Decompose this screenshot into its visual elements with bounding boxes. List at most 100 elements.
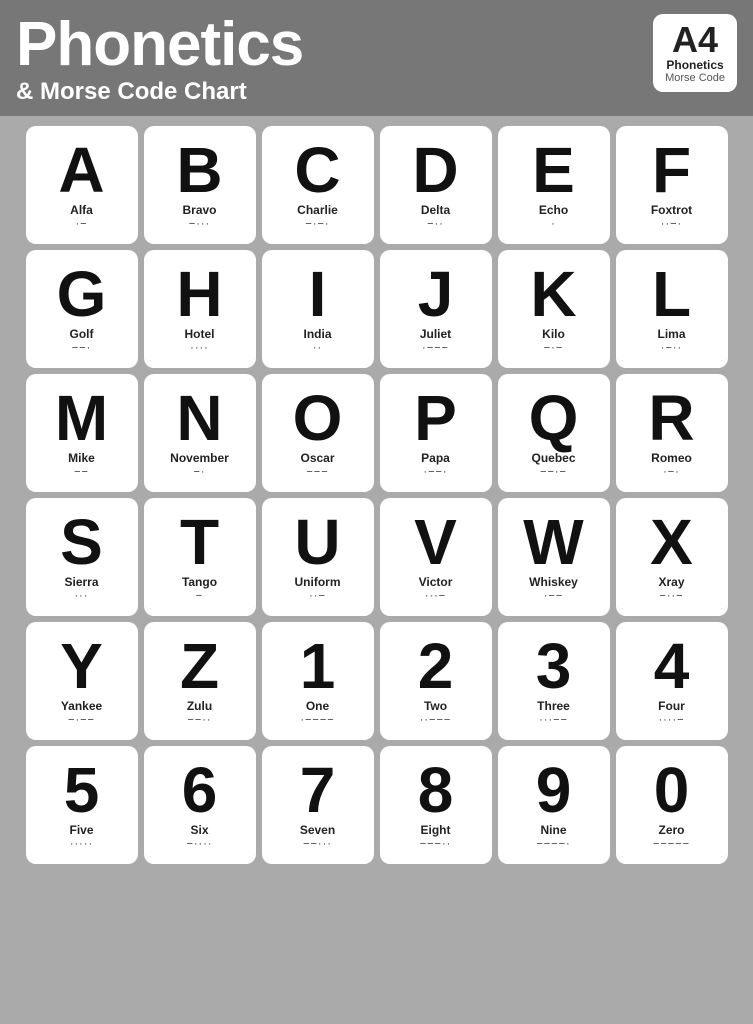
cell-word-N: November [170, 451, 229, 465]
cell-word-L: Lima [657, 327, 685, 341]
cell-letter-W: W [523, 510, 583, 574]
cell-word-Z: Zulu [187, 699, 212, 713]
cell-L: LLima·−·· [616, 250, 728, 368]
cell-letter-Q: Q [529, 386, 579, 450]
cell-letter-7: 7 [300, 758, 336, 822]
cell-morse-1: ·−−−− [300, 714, 334, 726]
cell-morse-0: −−−−− [653, 838, 690, 850]
cell-letter-R: R [648, 386, 694, 450]
cell-W: WWhiskey·−− [498, 498, 610, 616]
cell-A: AAlfa·− [26, 126, 138, 244]
cell-word-A: Alfa [70, 203, 93, 217]
cell-word-T: Tango [182, 575, 217, 589]
cell-letter-1: 1 [300, 634, 336, 698]
cell-letter-P: P [414, 386, 457, 450]
cell-P: PPapa·−−· [380, 374, 492, 492]
cell-0: 0Zero−−−−− [616, 746, 728, 864]
cell-word-1: One [306, 699, 329, 713]
cell-word-V: Victor [419, 575, 453, 589]
cell-letter-F: F [652, 138, 691, 202]
cell-word-2: Two [424, 699, 447, 713]
cell-letter-B: B [176, 138, 222, 202]
cell-morse-I: ·· [313, 342, 322, 354]
cell-letter-5: 5 [64, 758, 100, 822]
cell-letter-Z: Z [180, 634, 219, 698]
cell-letter-K: K [530, 262, 576, 326]
grid-row-0: AAlfa·−BBravo−···CCharlie−·−·DDelta−··EE… [8, 126, 745, 244]
cell-morse-W: ·−− [544, 590, 564, 602]
cell-letter-V: V [414, 510, 457, 574]
cell-3: 3Three···−− [498, 622, 610, 740]
cell-morse-Y: −·−− [68, 714, 95, 726]
cell-letter-L: L [652, 262, 691, 326]
cell-morse-H: ···· [190, 342, 209, 354]
cell-X: XXray−··− [616, 498, 728, 616]
cell-morse-A: ·− [75, 218, 87, 230]
cell-F: FFoxtrot··−· [616, 126, 728, 244]
cell-8: 8Eight−−−·· [380, 746, 492, 864]
cell-morse-J: ·−−− [422, 342, 449, 354]
grid-row-2: MMike−−NNovember−·OOscar−−−PPapa·−−·QQue… [8, 374, 745, 492]
grid-area: AAlfa·−BBravo−···CCharlie−·−·DDelta−··EE… [0, 116, 753, 1024]
cell-Y: YYankee−·−− [26, 622, 138, 740]
cell-morse-U: ··− [309, 590, 326, 602]
cell-morse-Q: −−·− [540, 466, 567, 478]
header-badge: A4 Phonetics Morse Code [653, 14, 737, 92]
grid-row-5: 5Five·····6Six−····7Seven−−···8Eight−−−·… [8, 746, 745, 864]
cell-morse-9: −−−−· [536, 838, 570, 850]
cell-5: 5Five····· [26, 746, 138, 864]
cell-letter-8: 8 [418, 758, 454, 822]
cell-morse-X: −··− [659, 590, 683, 602]
cell-word-E: Echo [539, 203, 568, 217]
cell-word-B: Bravo [182, 203, 216, 217]
cell-word-3: Three [537, 699, 570, 713]
grid-row-1: GGolf−−·HHotel····IIndia··JJuliet·−−−KKi… [8, 250, 745, 368]
cell-E: EEcho· [498, 126, 610, 244]
cell-word-F: Foxtrot [651, 203, 692, 217]
cell-morse-L: ·−·· [661, 342, 682, 354]
header-title: Phonetics [16, 14, 303, 76]
cell-morse-E: · [551, 218, 556, 230]
cell-O: OOscar−−− [262, 374, 374, 492]
cell-Q: QQuebec−−·− [498, 374, 610, 492]
cell-K: KKilo−·− [498, 250, 610, 368]
cell-word-P: Papa [421, 451, 450, 465]
cell-word-J: Juliet [420, 327, 451, 341]
cell-morse-C: −·−· [305, 218, 329, 230]
cell-letter-0: 0 [654, 758, 690, 822]
cell-morse-F: ··−· [661, 218, 682, 230]
cell-T: TTango− [144, 498, 256, 616]
cell-word-Q: Quebec [531, 451, 575, 465]
cell-G: GGolf−−· [26, 250, 138, 368]
cell-letter-6: 6 [182, 758, 218, 822]
cell-word-U: Uniform [295, 575, 341, 589]
cell-word-D: Delta [421, 203, 450, 217]
grid-row-4: YYankee−·−−ZZulu−−··1One·−−−−2Two··−−−3T… [8, 622, 745, 740]
cell-word-9: Nine [540, 823, 566, 837]
cell-word-M: Mike [68, 451, 95, 465]
cell-morse-2: ··−−− [420, 714, 452, 726]
cell-2: 2Two··−−− [380, 622, 492, 740]
header: Phonetics & Morse Code Chart A4 Phonetic… [0, 0, 753, 116]
cell-word-K: Kilo [542, 327, 565, 341]
cell-morse-6: −···· [186, 838, 212, 850]
cell-word-I: India [303, 327, 331, 341]
cell-U: UUniform··− [262, 498, 374, 616]
cell-M: MMike−− [26, 374, 138, 492]
cell-letter-A: A [58, 138, 104, 202]
grid-row-3: SSierra···TTango−UUniform··−VVictor···−W… [8, 498, 745, 616]
badge-morsecode: Morse Code [665, 72, 725, 84]
cell-letter-3: 3 [536, 634, 572, 698]
cell-morse-7: −−··· [303, 838, 332, 850]
cell-word-H: Hotel [185, 327, 215, 341]
cell-word-R: Romeo [651, 451, 692, 465]
cell-word-W: Whiskey [529, 575, 578, 589]
cell-morse-N: −· [193, 466, 205, 478]
cell-word-8: Eight [421, 823, 451, 837]
cell-letter-2: 2 [418, 634, 454, 698]
cell-word-C: Charlie [297, 203, 338, 217]
cell-S: SSierra··· [26, 498, 138, 616]
cell-morse-4: ····− [658, 714, 684, 726]
cell-D: DDelta−·· [380, 126, 492, 244]
cell-word-6: Six [190, 823, 208, 837]
